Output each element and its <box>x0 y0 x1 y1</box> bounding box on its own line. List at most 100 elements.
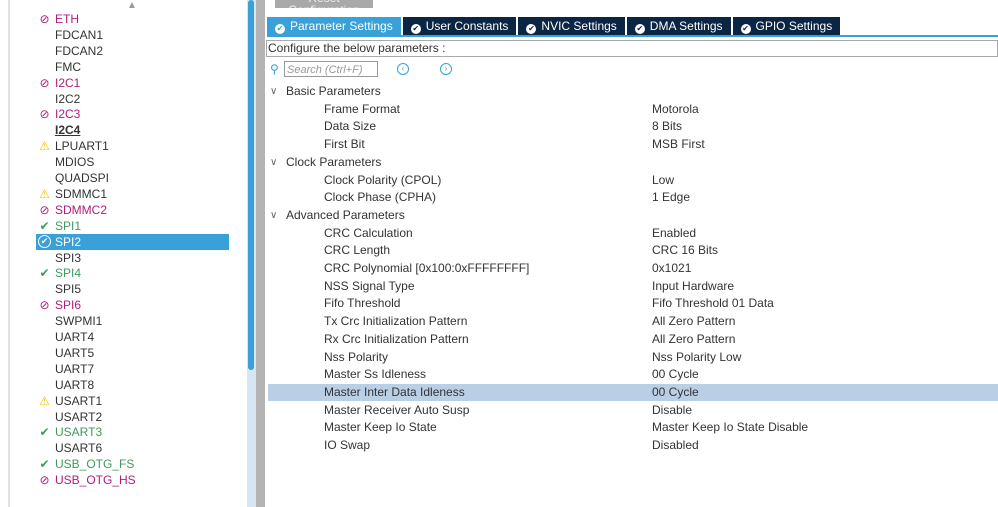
parameter-value[interactable]: 0x1021 <box>652 260 691 277</box>
peripheral-item[interactable]: FDCAN1 <box>36 27 229 43</box>
parameter-row[interactable]: CRC Calculation Enabled <box>268 225 998 242</box>
parameter-value[interactable]: Nss Polarity Low <box>652 349 741 366</box>
search-input[interactable]: Search (Ctrl+F) <box>284 61 378 77</box>
peripheral-item[interactable]: ✔ SPI4 <box>36 265 229 281</box>
parameter-row[interactable]: Data Size 8 Bits <box>268 118 998 135</box>
splitter[interactable] <box>256 0 265 507</box>
tab-label: GPIO Settings <box>755 19 833 33</box>
peripheral-label: SPI2 <box>55 234 82 249</box>
check-circle-icon: ✔ <box>634 24 645 34</box>
peripheral-item[interactable]: ✔ USB_OTG_FS <box>36 456 229 472</box>
ban-icon: ⊘ <box>39 12 50 26</box>
parameter-name: CRC Calculation <box>324 225 413 240</box>
chevron-down-icon[interactable]: ∨ <box>270 154 277 171</box>
parameter-row[interactable]: Frame Format Motorola <box>268 101 998 118</box>
tab-user-constants[interactable]: ✔ User Constants <box>402 17 517 35</box>
peripheral-item[interactable]: ⊘ I2C3 <box>36 106 229 122</box>
peripheral-label: UART5 <box>55 345 95 360</box>
peripheral-item[interactable]: ⚠ USART1 <box>36 393 229 409</box>
reset-configuration-button[interactable]: Reset Configuration <box>275 0 373 8</box>
peripheral-item[interactable]: I2C2 <box>36 91 229 107</box>
parameter-value[interactable]: CRC 16 Bits <box>652 242 718 259</box>
parameter-row[interactable]: CRC Polynomial [0x100:0xFFFFFFFF] 0x1021 <box>268 260 998 277</box>
group-title: Basic Parameters <box>286 84 381 98</box>
parameter-value[interactable]: All Zero Pattern <box>652 313 735 330</box>
parameter-row[interactable]: Master Ss Idleness 00 Cycle <box>268 366 998 383</box>
tab-nvic-settings[interactable]: ✔ NVIC Settings <box>518 17 625 35</box>
parameter-value[interactable]: Master Keep Io State Disable <box>652 419 808 436</box>
peripheral-label: FMC <box>55 59 81 74</box>
peripheral-item[interactable]: ✔ USART3 <box>36 424 229 440</box>
tab-gpio-settings[interactable]: ✔ GPIO Settings <box>732 17 841 35</box>
parameter-name: Master Keep Io State <box>324 420 437 435</box>
parameter-row[interactable]: Nss Polarity Nss Polarity Low <box>268 349 998 366</box>
parameter-value[interactable]: 1 Edge <box>652 189 690 206</box>
next-match-icon[interactable]: › <box>440 63 452 75</box>
peripheral-item[interactable]: ✔ SPI2 <box>36 233 229 250</box>
tab-parameter-settings[interactable]: ✔ Parameter Settings <box>267 17 401 35</box>
peripheral-item[interactable]: FDCAN2 <box>36 43 229 59</box>
peripheral-item[interactable]: UART7 <box>36 361 229 377</box>
parameter-row[interactable]: Master Keep Io State Master Keep Io State… <box>268 419 998 436</box>
peripheral-item[interactable]: ⊘ SDMMC2 <box>36 202 229 218</box>
peripheral-item[interactable]: ✔ SPI1 <box>36 218 229 234</box>
peripheral-item[interactable]: UART4 <box>36 329 229 345</box>
parameter-name: Frame Format <box>324 101 401 116</box>
peripheral-item[interactable]: ⊘ I2C1 <box>36 75 229 91</box>
peripheral-item[interactable]: ⊘ USB_OTG_HS <box>36 472 229 488</box>
parameter-value[interactable]: 8 Bits <box>652 118 682 135</box>
peripheral-label: ETH <box>55 12 79 26</box>
peripheral-item[interactable]: I2C4 <box>36 122 229 138</box>
parameter-value[interactable]: Disabled <box>652 437 699 454</box>
peripheral-label: SPI6 <box>55 298 82 313</box>
parameter-name: NSS Signal Type <box>324 278 415 293</box>
group-title: Clock Parameters <box>286 154 382 169</box>
parameter-name: Rx Crc Initialization Pattern <box>324 331 469 346</box>
peripheral-item[interactable]: ⊘ SPI6 <box>36 297 229 313</box>
peripheral-item[interactable]: QUADSPI <box>36 170 229 186</box>
previous-match-icon[interactable]: ‹ <box>397 63 409 75</box>
parameter-value[interactable]: 00 Cycle <box>652 366 699 383</box>
tab-dma-settings[interactable]: ✔ DMA Settings <box>626 17 731 35</box>
peripheral-item[interactable]: ⚠ SDMMC1 <box>36 186 229 202</box>
parameter-row[interactable]: Master Receiver Auto Susp Disable <box>268 402 998 419</box>
peripheral-item[interactable]: ⊘ ETH <box>36 11 229 27</box>
peripheral-item[interactable]: ⚠ LPUART1 <box>36 138 229 154</box>
parameter-row[interactable]: Fifo Threshold Fifo Threshold 01 Data <box>268 295 998 312</box>
parameter-value[interactable]: Low <box>652 172 674 189</box>
parameter-row[interactable]: CRC Length CRC 16 Bits <box>268 242 998 259</box>
parameter-row[interactable]: First Bit MSB First <box>268 136 998 153</box>
parameter-value[interactable]: Enabled <box>652 225 696 242</box>
sort-arrow-icon[interactable]: ▲ <box>127 0 137 11</box>
peripheral-item[interactable]: SWPMI1 <box>36 313 229 329</box>
scrollbar-thumb[interactable] <box>248 0 254 370</box>
parameter-row[interactable]: NSS Signal Type Input Hardware <box>268 278 998 295</box>
parameter-value[interactable]: Input Hardware <box>652 278 734 295</box>
peripheral-item[interactable]: UART5 <box>36 345 229 361</box>
peripheral-item[interactable]: USART6 <box>36 440 229 456</box>
chevron-down-icon[interactable]: ∨ <box>270 207 277 224</box>
parameter-value[interactable]: Motorola <box>652 101 699 118</box>
chevron-down-icon[interactable]: ∨ <box>270 83 277 100</box>
parameter-row[interactable]: IO Swap Disabled <box>268 437 998 454</box>
ban-icon: ⊘ <box>39 75 50 90</box>
peripheral-item[interactable]: FMC <box>36 59 229 75</box>
parameter-row[interactable]: Master Inter Data Idleness 00 Cycle <box>268 383 998 401</box>
parameter-row[interactable]: Rx Crc Initialization Pattern All Zero Pa… <box>268 331 998 348</box>
parameter-value[interactable]: 00 Cycle <box>652 384 699 401</box>
parameter-row[interactable]: Clock Polarity (CPOL) Low <box>268 172 998 189</box>
peripheral-item[interactable]: UART8 <box>36 377 229 393</box>
peripheral-item[interactable]: MDIOS <box>36 154 229 170</box>
parameter-value[interactable]: Disable <box>652 402 692 419</box>
peripheral-item[interactable]: SPI3 <box>36 250 229 266</box>
parameter-row[interactable]: Clock Phase (CPHA) 1 Edge <box>268 189 998 206</box>
parameter-value[interactable]: MSB First <box>652 136 705 153</box>
peripheral-item[interactable]: USART2 <box>36 409 229 425</box>
peripheral-item[interactable]: SPI5 <box>36 281 229 297</box>
peripheral-label: SDMMC1 <box>55 186 108 201</box>
peripheral-label: UART8 <box>55 377 95 392</box>
parameter-value[interactable]: Fifo Threshold 01 Data <box>652 295 774 312</box>
tab-underline <box>267 35 998 37</box>
parameter-row[interactable]: Tx Crc Initialization Pattern All Zero Pa… <box>268 313 998 330</box>
parameter-value[interactable]: All Zero Pattern <box>652 331 735 348</box>
